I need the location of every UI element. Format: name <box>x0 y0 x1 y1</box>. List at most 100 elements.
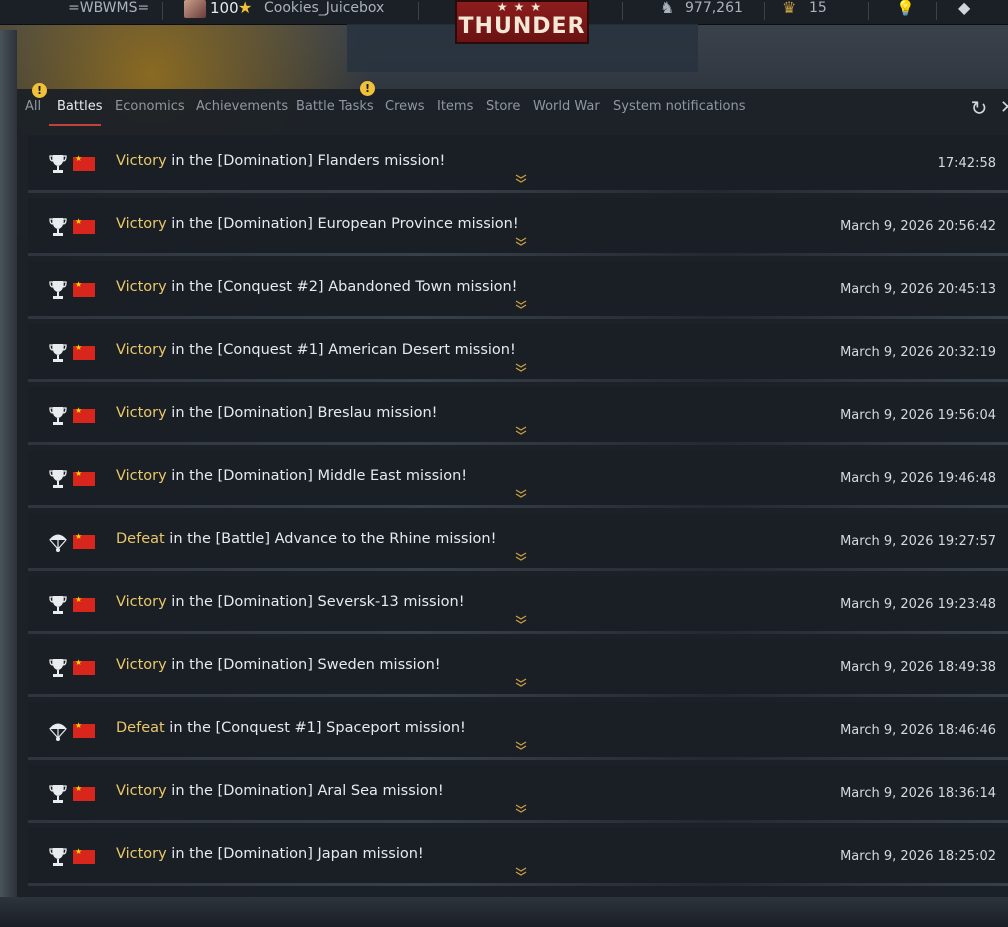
divider <box>418 2 419 20</box>
expand-chevron-icon[interactable] <box>514 173 528 183</box>
battle-timestamp: March 9, 2026 18:36:14 <box>840 786 996 801</box>
battle-row[interactable]: Victory in the [Domination] European Pro… <box>28 198 1008 256</box>
row-divider <box>28 757 1008 760</box>
battle-row[interactable]: Victory in the [Domination] Flanders mis… <box>28 135 1008 193</box>
divider <box>622 2 623 20</box>
username[interactable]: Cookies_Juicebox <box>264 0 384 20</box>
battle-outcome: Victory <box>116 342 167 358</box>
battle-row[interactable]: Victory in the [Domination] Aral Sea mis… <box>28 765 1008 823</box>
row-divider <box>28 316 1008 319</box>
row-divider <box>28 694 1008 697</box>
close-icon[interactable]: ✕ <box>1000 97 1008 119</box>
tab-economics[interactable]: Economics <box>115 99 185 114</box>
battle-message: Victory in the [Domination] Seversk-13 m… <box>116 594 465 610</box>
battle-message: Victory in the [Domination] Middle East … <box>116 468 467 484</box>
expand-chevron-icon[interactable] <box>514 236 528 246</box>
battle-timestamp: March 9, 2026 19:23:48 <box>840 597 996 612</box>
china-flag-icon <box>73 469 95 486</box>
battle-row[interactable]: Victory in the [Domination] Breslau miss… <box>28 387 1008 445</box>
squadron-tag[interactable]: =WBWMS= <box>68 0 149 20</box>
battle-row[interactable]: Defeat in the [Conquest #1] Spaceport mi… <box>28 702 1008 760</box>
trophy-icon <box>49 218 67 236</box>
battle-row[interactable]: Victory in the [Conquest #1] American De… <box>28 324 1008 382</box>
china-flag-icon <box>73 658 95 675</box>
trophy-icon <box>49 659 67 677</box>
logo-text: THUNDER <box>458 14 586 39</box>
tab-achievements[interactable]: Achievements <box>196 99 288 114</box>
row-divider <box>28 505 1008 508</box>
silver-lions-balance[interactable]: 977,261 <box>685 0 743 20</box>
battle-outcome: Victory <box>116 783 167 799</box>
avatar[interactable] <box>184 0 206 18</box>
battle-row[interactable]: Defeat in the [Battle] Advance to the Rh… <box>28 513 1008 571</box>
expand-chevron-icon[interactable] <box>514 425 528 435</box>
battle-row[interactable]: Victory in the [Domination] Middle East … <box>28 450 1008 508</box>
battle-message: Victory in the [Conquest #1] American De… <box>116 342 516 358</box>
expand-chevron-icon[interactable] <box>514 866 528 876</box>
battle-timestamp: March 9, 2026 18:49:38 <box>840 660 996 675</box>
battle-description: in the [Domination] Japan mission! <box>166 846 424 862</box>
trophy-icon <box>49 155 67 173</box>
battle-description: in the [Domination] Middle East mission! <box>166 468 468 484</box>
battle-description: in the [Conquest #2] Abandoned Town miss… <box>166 279 518 295</box>
battle-description: in the [Conquest #1] Spaceport mission! <box>164 720 466 736</box>
battle-description: in the [Conquest #1] American Desert mis… <box>166 342 516 358</box>
divider <box>868 2 869 20</box>
expand-chevron-icon[interactable] <box>514 740 528 750</box>
trophy-icon <box>49 596 67 614</box>
china-flag-icon <box>73 343 95 360</box>
background-footer <box>0 897 1008 927</box>
tab-system-notifications[interactable]: System notifications <box>613 99 746 114</box>
divider <box>162 2 163 20</box>
battle-description: in the [Domination] Seversk-13 mission! <box>166 594 465 610</box>
china-flag-icon <box>73 721 95 738</box>
battle-message: Victory in the [Domination] Sweden missi… <box>116 657 441 673</box>
tab-battles[interactable]: Battles <box>57 99 102 114</box>
battle-row[interactable]: Victory in the [Domination] Sweden missi… <box>28 639 1008 697</box>
battle-message: Victory in the [Domination] Aral Sea mis… <box>116 783 444 799</box>
game-logo: ★★★ THUNDER <box>455 0 589 44</box>
battle-row[interactable]: Victory in the [Domination] Japan missio… <box>28 828 1008 886</box>
row-divider <box>28 820 1008 823</box>
golden-eagles-icon: ♛ <box>782 0 797 17</box>
settings-icon[interactable]: ◆ <box>958 0 970 20</box>
battle-outcome: Victory <box>116 216 167 232</box>
battle-description: in the [Domination] Aral Sea mission! <box>166 783 444 799</box>
lightbulb-icon[interactable]: 💡 <box>896 0 915 20</box>
battle-message: Victory in the [Domination] Breslau miss… <box>116 405 437 421</box>
tab-items[interactable]: Items <box>437 99 473 114</box>
battle-description: in the [Domination] Breslau mission! <box>166 405 438 421</box>
expand-chevron-icon[interactable] <box>514 299 528 309</box>
tab-world-war[interactable]: World War <box>533 99 600 114</box>
china-flag-icon <box>73 784 95 801</box>
battle-row[interactable]: Victory in the [Conquest #2] Abandoned T… <box>28 261 1008 319</box>
china-flag-icon <box>73 532 95 549</box>
active-tab-indicator <box>49 124 101 126</box>
tab-battle-tasks[interactable]: Battle Tasks <box>296 99 374 114</box>
battle-message: Victory in the [Conquest #2] Abandoned T… <box>116 279 517 295</box>
battle-timestamp: March 9, 2026 20:45:13 <box>840 282 996 297</box>
expand-chevron-icon[interactable] <box>514 362 528 372</box>
battle-outcome: Defeat <box>116 720 165 736</box>
trophy-icon <box>49 785 67 803</box>
expand-chevron-icon[interactable] <box>514 803 528 813</box>
logo-decoration-icon: ★★★ <box>496 0 548 14</box>
expand-chevron-icon[interactable] <box>514 677 528 687</box>
expand-chevron-icon[interactable] <box>514 551 528 561</box>
expand-chevron-icon[interactable] <box>514 488 528 498</box>
expand-chevron-icon[interactable] <box>514 614 528 624</box>
battle-outcome: Defeat <box>116 531 165 547</box>
parachute-icon <box>49 723 67 741</box>
refresh-icon[interactable]: ↻ <box>968 97 990 119</box>
alert-badge-battle-tasks: ! <box>360 81 375 96</box>
tab-store[interactable]: Store <box>486 99 520 114</box>
golden-eagles-balance[interactable]: 15 <box>809 0 827 20</box>
silver-lions-icon: ♞ <box>660 0 675 17</box>
battle-timestamp: March 9, 2026 19:46:48 <box>840 471 996 486</box>
battle-description: in the [Domination] Flanders mission! <box>166 153 446 169</box>
tab-crews[interactable]: Crews <box>385 99 425 114</box>
battle-outcome: Victory <box>116 594 167 610</box>
tab-all[interactable]: All <box>25 99 41 114</box>
trophy-icon <box>49 470 67 488</box>
battle-row[interactable]: Victory in the [Domination] Seversk-13 m… <box>28 576 1008 634</box>
